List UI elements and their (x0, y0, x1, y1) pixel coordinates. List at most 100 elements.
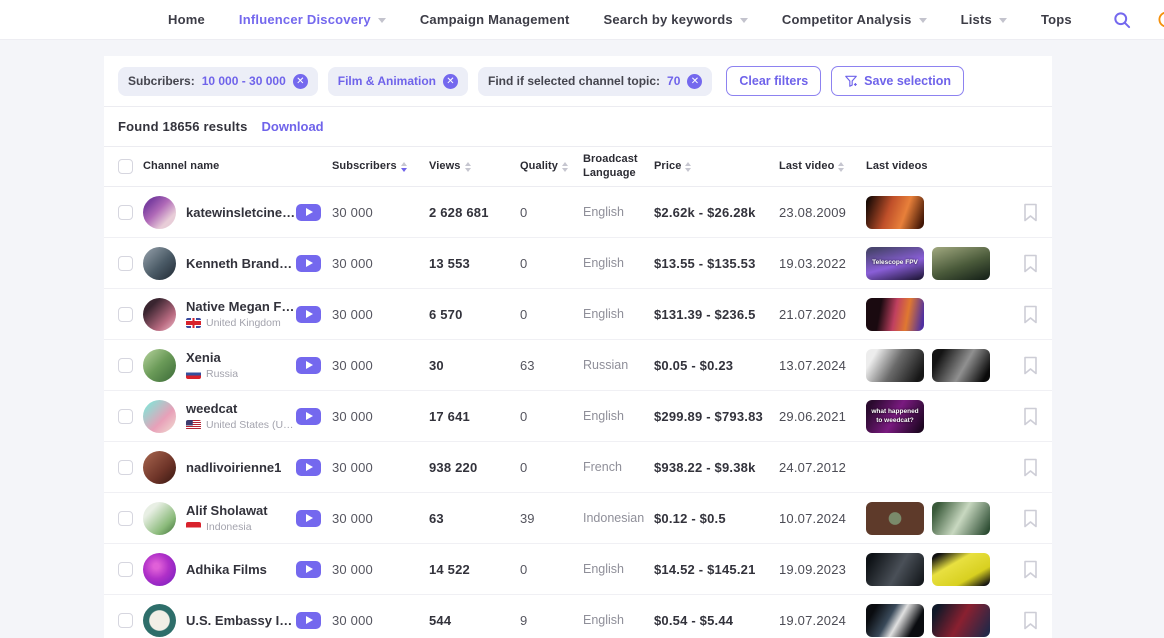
sort-quality[interactable] (562, 162, 568, 172)
nav-item-campaign-management[interactable]: Campaign Management (420, 12, 570, 27)
sort-last-video[interactable] (838, 162, 844, 172)
row-checkbox[interactable] (118, 256, 133, 271)
channel-country: Russia (186, 368, 238, 380)
last-video-date: 19.07.2024 (779, 613, 866, 628)
views-value: 2 628 681 (429, 205, 520, 220)
channel-cell[interactable]: nadlivoirienne1 (143, 451, 296, 484)
nav-item-search-by-keywords[interactable]: Search by keywords (604, 12, 748, 27)
channel-cell[interactable]: Adhika Films (143, 553, 296, 586)
quality-value: 0 (520, 256, 583, 271)
sort-subscribers[interactable] (401, 162, 407, 172)
video-thumbnail[interactable] (866, 349, 924, 382)
country-flag-icon (186, 318, 201, 328)
price-value: $13.55 - $135.53 (654, 256, 779, 271)
channel-cell[interactable]: U.S. Embassy India (143, 604, 296, 637)
filter-chip-label: Find if selected channel topic: (488, 74, 660, 88)
table-row: Adhika Films 30 000 14 522 0 English $14… (104, 544, 1052, 595)
video-thumbnail[interactable] (866, 553, 924, 586)
avatar (143, 604, 176, 637)
row-checkbox[interactable] (118, 409, 133, 424)
clear-filters-button[interactable]: Clear filters (726, 66, 821, 96)
filter-chip-value: 70 (667, 74, 680, 88)
youtube-link-icon[interactable] (296, 408, 321, 425)
youtube-link-icon[interactable] (296, 459, 321, 476)
channel-cell[interactable]: Native Megan Fox United Kingdom (143, 298, 296, 331)
remove-filter-icon[interactable]: ✕ (443, 74, 458, 89)
subscribers-value: 30 000 (332, 460, 429, 475)
subscribers-value: 30 000 (332, 562, 429, 577)
remove-filter-icon[interactable]: ✕ (687, 74, 702, 89)
sort-price[interactable] (685, 162, 691, 172)
video-thumbnail[interactable]: what happened to weedcat? (866, 400, 924, 433)
bookmark-icon[interactable] (1023, 509, 1038, 528)
select-all-checkbox[interactable] (118, 159, 133, 174)
sort-views[interactable] (465, 162, 471, 172)
channel-cell[interactable]: katewinsletcinema (143, 196, 296, 229)
channel-cell[interactable]: Alif Sholawat Indonesia (143, 502, 296, 535)
language-value: English (583, 562, 654, 576)
views-value: 63 (429, 511, 520, 526)
video-thumbnail[interactable] (932, 553, 990, 586)
views-value: 30 (429, 358, 520, 373)
video-thumbnail[interactable] (932, 502, 990, 535)
row-checkbox[interactable] (118, 460, 133, 475)
bookmark-icon[interactable] (1023, 305, 1038, 324)
save-selection-button[interactable]: Save selection (831, 66, 964, 96)
youtube-link-icon[interactable] (296, 612, 321, 629)
channel-cell[interactable]: weedcat United States (USA) (143, 400, 296, 433)
bookmark-icon[interactable] (1023, 458, 1038, 477)
video-thumbnail[interactable] (932, 604, 990, 637)
video-thumbnail[interactable]: Telescope FPV (866, 247, 924, 280)
remove-filter-icon[interactable]: ✕ (293, 74, 308, 89)
youtube-link-icon[interactable] (296, 561, 321, 578)
youtube-link-icon[interactable] (296, 357, 321, 374)
video-thumbnail[interactable] (866, 298, 924, 331)
avatar (143, 502, 176, 535)
channel-cell[interactable]: Xenia Russia (143, 349, 296, 382)
search-icon[interactable] (1112, 10, 1132, 30)
row-checkbox[interactable] (118, 205, 133, 220)
quality-value: 0 (520, 409, 583, 424)
youtube-link-icon[interactable] (296, 510, 321, 527)
language-value: English (583, 205, 654, 219)
download-link[interactable]: Download (262, 119, 324, 134)
nav-item-lists[interactable]: Lists (961, 12, 1007, 27)
video-thumbnail[interactable] (866, 502, 924, 535)
bookmark-icon[interactable] (1023, 254, 1038, 273)
views-value: 938 220 (429, 460, 520, 475)
nav-item-home[interactable]: Home (168, 12, 205, 27)
tokens-balance[interactable]: 50 tokens (1158, 11, 1164, 28)
youtube-link-icon[interactable] (296, 204, 321, 221)
last-video-date: 23.08.2009 (779, 205, 866, 220)
nav-item-competitor-analysis[interactable]: Competitor Analysis (782, 12, 927, 27)
video-thumbnail[interactable] (932, 247, 990, 280)
nav-item-tops[interactable]: Tops (1041, 12, 1072, 27)
youtube-link-icon[interactable] (296, 255, 321, 272)
last-video-date: 10.07.2024 (779, 511, 866, 526)
video-thumbnail[interactable] (866, 196, 924, 229)
avatar (143, 349, 176, 382)
subscribers-value: 30 000 (332, 358, 429, 373)
video-thumbnail[interactable] (932, 349, 990, 382)
youtube-link-icon[interactable] (296, 306, 321, 323)
video-thumbnail[interactable] (866, 604, 924, 637)
price-value: $0.12 - $0.5 (654, 511, 779, 526)
bookmark-icon[interactable] (1023, 560, 1038, 579)
row-checkbox[interactable] (118, 511, 133, 526)
col-views: Views (429, 160, 520, 173)
nav-item-influencer-discovery[interactable]: Influencer Discovery (239, 12, 386, 27)
channel-cell[interactable]: Kenneth Brandon -... (143, 247, 296, 280)
channel-name: Kenneth Brandon -... (186, 256, 296, 271)
table-row: Xenia Russia 30 000 30 63 Russian $0.05 … (104, 340, 1052, 391)
bookmark-icon[interactable] (1023, 407, 1038, 426)
row-checkbox[interactable] (118, 307, 133, 322)
bookmark-icon[interactable] (1023, 203, 1038, 222)
bookmark-icon[interactable] (1023, 356, 1038, 375)
row-checkbox[interactable] (118, 358, 133, 373)
chevron-down-icon (919, 18, 927, 23)
table-row: Alif Sholawat Indonesia 30 000 63 39 Ind… (104, 493, 1052, 544)
bookmark-icon[interactable] (1023, 611, 1038, 630)
row-checkbox[interactable] (118, 613, 133, 628)
price-value: $938.22 - $9.38k (654, 460, 779, 475)
row-checkbox[interactable] (118, 562, 133, 577)
